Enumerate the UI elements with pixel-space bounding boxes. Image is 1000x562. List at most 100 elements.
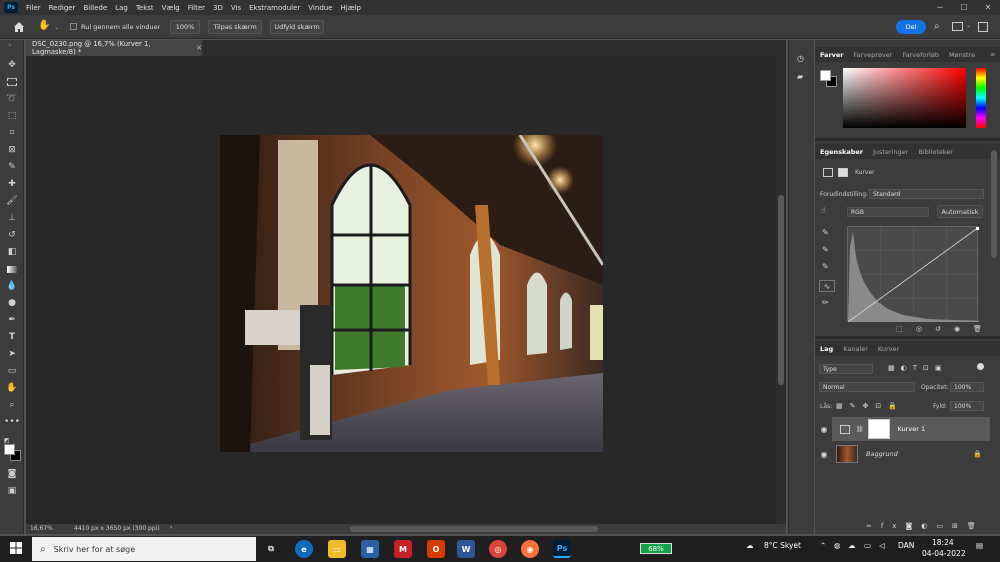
rectangle-tool-icon[interactable]: ▭ xyxy=(5,364,19,378)
arrange-icon[interactable] xyxy=(978,22,988,32)
mcafee-icon[interactable]: M xyxy=(394,540,412,558)
move-tool-icon[interactable]: ✥ xyxy=(5,58,19,72)
auto-button[interactable]: Automatisk xyxy=(937,205,983,218)
menu-lag[interactable]: Lag xyxy=(111,4,132,12)
zoom-100-button[interactable]: 100% xyxy=(170,20,200,34)
mask-icon[interactable] xyxy=(838,168,848,177)
history-brush-icon[interactable]: ↺ xyxy=(5,228,19,242)
channel-dropdown[interactable]: RGB xyxy=(847,207,929,217)
tray-battery-icon[interactable]: ▭ xyxy=(864,541,871,550)
fill-screen-button[interactable]: Udfyld skærm xyxy=(270,20,324,34)
zoom-level[interactable]: 16,67% xyxy=(30,525,53,532)
tab-monstre[interactable]: Mønstre xyxy=(944,51,980,59)
scroll-all-checkbox[interactable] xyxy=(70,23,77,30)
layer-filter-dropdown[interactable]: Type xyxy=(819,364,873,374)
lock-icon[interactable]: 🔒 xyxy=(973,450,982,458)
fit-screen-button[interactable]: Tilpas skærm xyxy=(208,20,262,34)
screen-mode-icon[interactable]: ▣ xyxy=(5,484,19,498)
menu-rediger[interactable]: Rediger xyxy=(45,4,80,12)
target-adjust-icon[interactable]: ☝ xyxy=(821,206,826,215)
dodge-tool-icon[interactable]: ● xyxy=(5,296,19,310)
eye-icon[interactable]: ◉ xyxy=(819,449,829,459)
maximize-icon[interactable]: ☐ xyxy=(952,0,976,15)
taskbar-search-box[interactable]: ⌕ Skriv her for at søge xyxy=(32,537,256,561)
weather-text[interactable]: 8°C Skyet xyxy=(764,541,801,550)
chrome-icon[interactable]: ◎ xyxy=(489,540,507,558)
layer-row-curves[interactable]: ⛓ Kurver 1 xyxy=(832,417,990,441)
eraser-tool-icon[interactable]: ◧ xyxy=(5,245,19,259)
color-fg-swatch[interactable] xyxy=(820,70,831,81)
lock-icons[interactable]: ▦✎✥⊡🔒 xyxy=(836,402,904,410)
close-tab-icon[interactable]: ✕ xyxy=(196,44,202,52)
menu-tekst[interactable]: Tekst xyxy=(132,4,158,12)
foreground-color-swatch[interactable] xyxy=(4,444,15,455)
tool-preset-chevron-icon[interactable]: ⌄ xyxy=(54,24,59,31)
language-indicator[interactable]: DAN xyxy=(898,541,914,550)
tray-network-icon[interactable]: ◍ xyxy=(834,541,841,550)
menu-3d[interactable]: 3D xyxy=(209,4,227,12)
type-tool-icon[interactable]: T xyxy=(5,330,19,344)
clip-to-layer-icon[interactable]: ⬚ xyxy=(896,325,903,333)
clone-stamp-icon[interactable]: ⊥ xyxy=(5,211,19,225)
gray-point-eyedropper-icon[interactable]: ✎ xyxy=(822,245,829,254)
tab-kanaler[interactable]: Kanaler xyxy=(838,345,873,353)
panel-menu-icon[interactable]: ≡ xyxy=(990,51,995,58)
brush-tool-icon[interactable]: 🖌 xyxy=(5,194,19,208)
layer-name[interactable]: Baggrund xyxy=(866,450,898,458)
layer-filter-icons[interactable]: ▦◐T⊡▣ xyxy=(888,364,947,372)
menu-vaelg[interactable]: Vælg xyxy=(158,4,184,12)
tab-egenskaber[interactable]: Egenskaber xyxy=(815,148,868,156)
blend-mode-dropdown[interactable]: Normal xyxy=(819,382,915,392)
menu-vindue[interactable]: Vindue xyxy=(304,4,336,12)
tab-lag[interactable]: Lag xyxy=(815,345,838,353)
tab-farver[interactable]: Farver xyxy=(815,51,849,59)
horizontal-scroll-thumb[interactable] xyxy=(350,526,598,532)
eyedropper-tool-icon[interactable]: ✎ xyxy=(5,160,19,174)
file-explorer-icon[interactable]: ▭ xyxy=(328,540,346,558)
menu-hjaelp[interactable]: Hjælp xyxy=(337,4,365,12)
task-view-icon[interactable]: ⧉ xyxy=(262,540,280,558)
tray-volume-icon[interactable]: ◁ xyxy=(879,541,885,550)
fill-input[interactable]: 100% xyxy=(950,401,984,411)
tab-justeringer[interactable]: Justeringer xyxy=(868,148,913,156)
layer-mask-thumbnail[interactable] xyxy=(867,419,890,439)
healing-brush-icon[interactable]: ✚ xyxy=(5,177,19,191)
layer-row-background[interactable]: Baggrund 🔒 xyxy=(832,442,990,466)
view-previous-icon[interactable]: ◎ xyxy=(916,325,922,333)
reset-icon[interactable]: ↺ xyxy=(935,325,941,333)
properties-scrollbar[interactable] xyxy=(991,150,997,258)
layers-footer-icons[interactable]: ∞fx◙◐▭⊞🗑 xyxy=(866,522,985,530)
curves-graph[interactable] xyxy=(847,226,980,323)
quick-mask-icon[interactable]: ◙ xyxy=(5,467,19,481)
preset-dropdown[interactable]: Standard xyxy=(869,189,984,199)
document-image[interactable] xyxy=(220,135,603,452)
close-icon[interactable]: ✕ xyxy=(976,0,1000,15)
clock-time[interactable]: 18:24 xyxy=(932,538,954,547)
path-selection-icon[interactable]: ➤ xyxy=(5,347,19,361)
tray-chevron-icon[interactable]: ⌃ xyxy=(820,541,826,550)
menu-billede[interactable]: Billede xyxy=(79,4,111,12)
delete-adjustment-icon[interactable]: 🗑 xyxy=(973,325,982,333)
default-colors-icon[interactable]: ◩ xyxy=(4,437,10,444)
tab-kurver[interactable]: Kurver xyxy=(873,345,904,353)
store-icon[interactable]: ▦ xyxy=(361,540,379,558)
frame-tool-icon[interactable]: ⊠ xyxy=(5,143,19,157)
menu-vis[interactable]: Vis xyxy=(227,4,245,12)
comments-icon[interactable]: ▰ xyxy=(797,72,803,81)
color-field[interactable] xyxy=(843,68,966,128)
zoom-tool-icon[interactable]: ⌕ xyxy=(5,398,19,412)
gradient-tool-icon[interactable] xyxy=(5,262,19,276)
word-icon[interactable]: W xyxy=(457,540,475,558)
filter-toggle-icon[interactable] xyxy=(977,363,984,370)
edge-browser-icon[interactable]: e xyxy=(295,540,313,558)
marquee-tool-icon[interactable] xyxy=(5,75,19,89)
curve-points-icon[interactable]: ∿ xyxy=(819,280,835,292)
windows-start-icon[interactable] xyxy=(10,542,22,554)
crop-tool-icon[interactable]: ⌗ xyxy=(5,126,19,140)
layer-name[interactable]: Kurver 1 xyxy=(898,425,925,433)
lasso-tool-icon[interactable]: ➰ xyxy=(5,92,19,106)
photoshop-taskbar-icon[interactable]: Ps xyxy=(553,540,571,558)
share-button[interactable]: Del xyxy=(896,20,926,34)
tab-farveforlob[interactable]: Farveforløb xyxy=(897,51,944,59)
home-icon[interactable] xyxy=(12,20,26,34)
